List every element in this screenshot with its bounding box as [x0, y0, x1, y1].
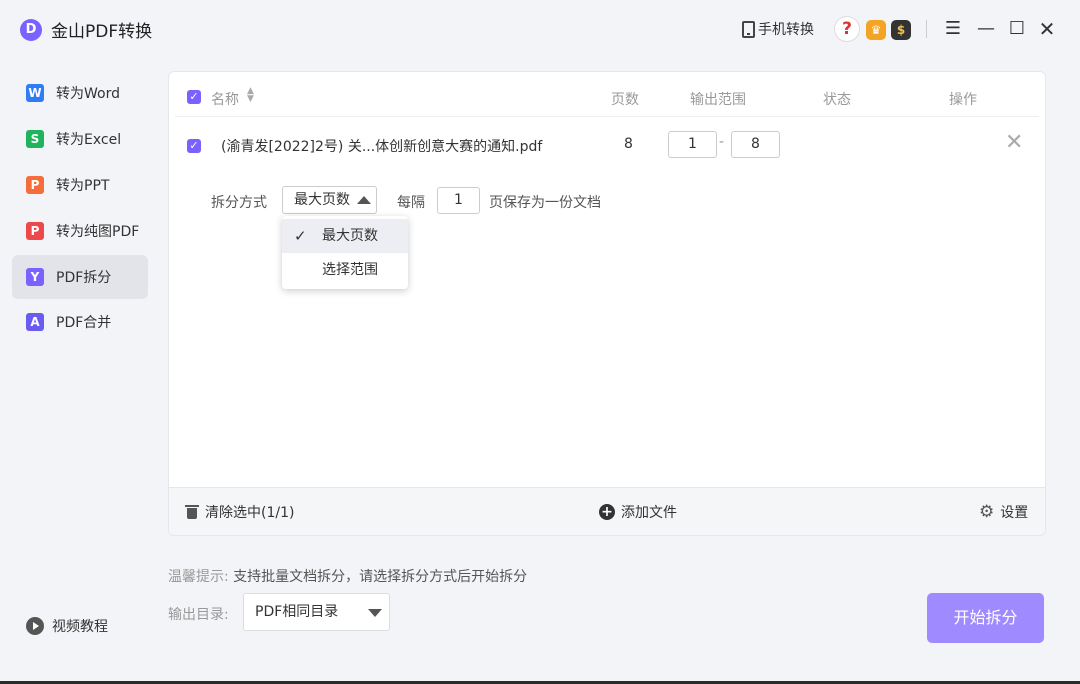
title-bar: D 金山PDF转换 手机转换 ? ♛ $ ☰ — ☐ ✕ — [0, 0, 1080, 58]
trash-icon — [185, 504, 199, 520]
header-divider — [175, 116, 1039, 117]
maximize-button[interactable]: ☐ — [1004, 15, 1030, 43]
sidebar-item-to-image-pdf[interactable]: P 转为纯图PDF — [12, 209, 148, 253]
minimize-button[interactable]: — — [973, 15, 999, 43]
output-dir-label: 输出目录: — [168, 607, 229, 623]
help-icon[interactable]: ? — [834, 16, 860, 42]
dropdown-option-label: 最大页数 — [322, 228, 378, 244]
titlebar-divider — [926, 20, 927, 38]
output-dir-select[interactable]: PDF相同目录 — [243, 593, 390, 631]
panel-footer: 清除选中(1/1) + 添加文件 ⚙ 设置 — [169, 487, 1045, 535]
header-pages: 页数 — [611, 92, 639, 108]
play-icon — [26, 617, 44, 635]
remove-file-icon[interactable]: ✕ — [1005, 130, 1023, 155]
video-tutorial-label: 视频教程 — [52, 619, 108, 635]
pages-per-file-input[interactable]: 1 — [437, 187, 480, 214]
start-split-button[interactable]: 开始拆分 — [927, 593, 1044, 643]
sidebar-item-to-word[interactable]: W 转为Word — [12, 71, 148, 115]
file-page-count: 8 — [624, 136, 633, 152]
word-icon: W — [26, 84, 44, 102]
mobile-convert-label: 手机转换 — [758, 22, 814, 38]
mobile-convert-button[interactable]: 手机转换 — [742, 18, 814, 40]
header-status: 状态 — [823, 92, 851, 108]
tip-body: 支持批量文档拆分，请选择拆分方式后开始拆分 — [233, 569, 528, 585]
add-file-button[interactable]: + 添加文件 — [599, 502, 677, 522]
clear-selected-button[interactable]: 清除选中(1/1) — [185, 502, 294, 522]
range-dash: - — [719, 134, 725, 150]
file-name: (渝青发[2022]2号) 关...体创新创意大赛的通知.pdf — [221, 139, 543, 155]
sidebar-item-pdf-split[interactable]: Y PDF拆分 — [12, 255, 148, 299]
save-as-document-label: 页保存为一份文档 — [489, 195, 601, 211]
sidebar-item-to-excel[interactable]: S 转为Excel — [12, 117, 148, 161]
chevron-down-icon — [368, 609, 382, 617]
sidebar-item-label: 转为PPT — [56, 178, 110, 194]
tip-text: 温馨提示: 支持批量文档拆分，请选择拆分方式后开始拆分 — [168, 566, 527, 586]
add-file-label: 添加文件 — [621, 505, 677, 521]
settings-button[interactable]: ⚙ 设置 — [979, 502, 1028, 522]
clear-selected-label: 清除选中(1/1) — [205, 505, 295, 521]
every-label: 每隔 — [397, 195, 425, 211]
app-title: 金山PDF转换 — [51, 22, 153, 42]
image-pdf-icon: P — [26, 222, 44, 240]
sort-icon[interactable]: ▲ ▼ — [247, 87, 254, 104]
header-action: 操作 — [949, 92, 977, 108]
header-range: 输出范围 — [690, 92, 746, 108]
menu-icon[interactable]: ☰ — [940, 15, 966, 43]
split-method-dropdown: ✓ 最大页数 选择范围 — [282, 216, 408, 289]
split-method-label: 拆分方式 — [211, 195, 267, 211]
row-checkbox[interactable]: ✓ — [187, 139, 201, 153]
file-list-panel: ✓ 名称 ▲ ▼ 页数 输出范围 状态 操作 ✓ (渝青发[2022]2号) 关.… — [168, 71, 1046, 536]
app-logo-icon: D — [20, 19, 42, 41]
header-name[interactable]: 名称 — [211, 89, 239, 109]
split-method-select[interactable]: 最大页数 — [282, 186, 377, 214]
sidebar-item-to-ppt[interactable]: P 转为PPT — [12, 163, 148, 207]
close-window-button[interactable]: ✕ — [1034, 15, 1060, 43]
sidebar-item-label: 转为Word — [56, 86, 120, 102]
caret-up-icon — [357, 196, 371, 204]
merge-icon: A — [26, 313, 44, 331]
split-icon: Y — [26, 268, 44, 286]
dropdown-option-select-range[interactable]: 选择范围 — [282, 253, 408, 287]
check-icon: ✓ — [294, 227, 307, 245]
output-dir-value: PDF相同目录 — [255, 604, 339, 620]
settings-label: 设置 — [1000, 505, 1029, 521]
plus-circle-icon: + — [599, 504, 615, 520]
split-method-value: 最大页数 — [294, 192, 350, 208]
sidebar-item-label: 转为纯图PDF — [56, 224, 140, 240]
dropdown-option-max-pages[interactable]: ✓ 最大页数 — [282, 219, 408, 253]
sidebar-item-label: PDF合并 — [56, 315, 112, 331]
dropdown-option-label: 选择范围 — [322, 262, 378, 278]
coin-icon[interactable]: $ — [891, 20, 911, 40]
vip-crown-icon[interactable]: ♛ — [866, 20, 886, 40]
range-to-input[interactable]: 8 — [731, 131, 780, 158]
sidebar-item-pdf-merge[interactable]: A PDF合并 — [12, 300, 148, 344]
ppt-icon: P — [26, 176, 44, 194]
excel-icon: S — [26, 130, 44, 148]
video-tutorial-button[interactable]: 视频教程 — [26, 616, 108, 636]
gear-icon: ⚙ — [979, 502, 995, 522]
select-all-checkbox[interactable]: ✓ — [187, 90, 201, 104]
sidebar-item-label: 转为Excel — [56, 132, 122, 148]
mobile-phone-icon — [742, 20, 755, 38]
tip-heading: 温馨提示: — [168, 569, 229, 585]
sidebar-item-label: PDF拆分 — [56, 270, 112, 286]
range-from-input[interactable]: 1 — [668, 131, 717, 158]
